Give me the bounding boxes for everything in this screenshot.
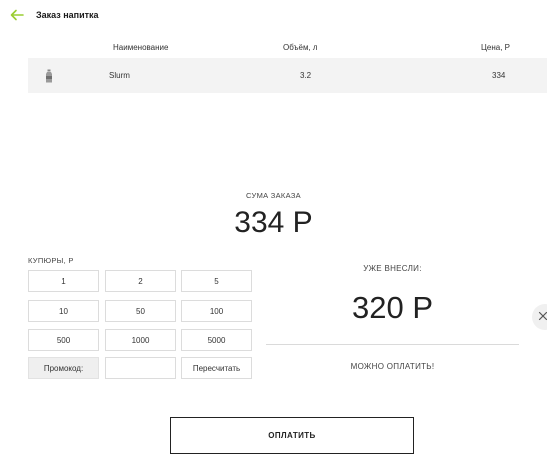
payment-status: МОЖНО ОПЛАТИТЬ! — [350, 362, 435, 371]
promo-code-label: Промокод: — [28, 357, 99, 379]
bill-button-5[interactable]: 5 — [181, 270, 252, 292]
bill-button-10[interactable]: 10 — [28, 300, 99, 322]
paid-label: УЖЕ ВНЕСЛИ: — [363, 264, 422, 273]
drink-volume: 3.2 — [300, 71, 312, 80]
order-table-header: Наименование Объём, л Цена, Р — [28, 40, 547, 54]
order-sum-value: 334 Р — [234, 206, 313, 239]
paid-value: 320 Р — [351, 290, 433, 325]
page-title: Заказ напитка — [36, 10, 99, 20]
bill-button-50[interactable]: 50 — [105, 300, 176, 322]
recalculate-button[interactable]: Пересчитать — [181, 357, 252, 379]
table-row: Slurm 3.2 334 — [28, 58, 547, 93]
close-button[interactable] — [532, 304, 547, 330]
close-icon — [538, 308, 547, 326]
bill-button-1[interactable]: 1 — [28, 270, 99, 292]
drink-name: Slurm — [109, 71, 130, 80]
order-sum-label: СУМА ЗАКАЗА — [246, 191, 301, 200]
bill-button-100[interactable]: 100 — [181, 300, 252, 322]
promo-code-input[interactable] — [105, 357, 176, 379]
column-header-name: Наименование — [113, 42, 169, 52]
bills-label: КУПЮРЫ, Р — [28, 256, 74, 265]
pay-button[interactable]: ОПЛАТИТЬ — [170, 417, 414, 454]
bill-button-1000[interactable]: 1000 — [105, 329, 176, 351]
drink-price: 334 — [492, 71, 506, 80]
divider — [266, 344, 519, 345]
bill-button-500[interactable]: 500 — [28, 329, 99, 351]
bottle-icon — [45, 58, 53, 93]
column-header-price: Цена, Р — [481, 42, 511, 52]
page-header: Заказ напитка — [10, 6, 99, 24]
bill-button-2[interactable]: 2 — [105, 270, 176, 292]
column-header-volume: Объём, л — [283, 42, 318, 52]
bill-button-5000[interactable]: 5000 — [181, 329, 252, 351]
back-arrow-icon[interactable] — [10, 8, 26, 22]
